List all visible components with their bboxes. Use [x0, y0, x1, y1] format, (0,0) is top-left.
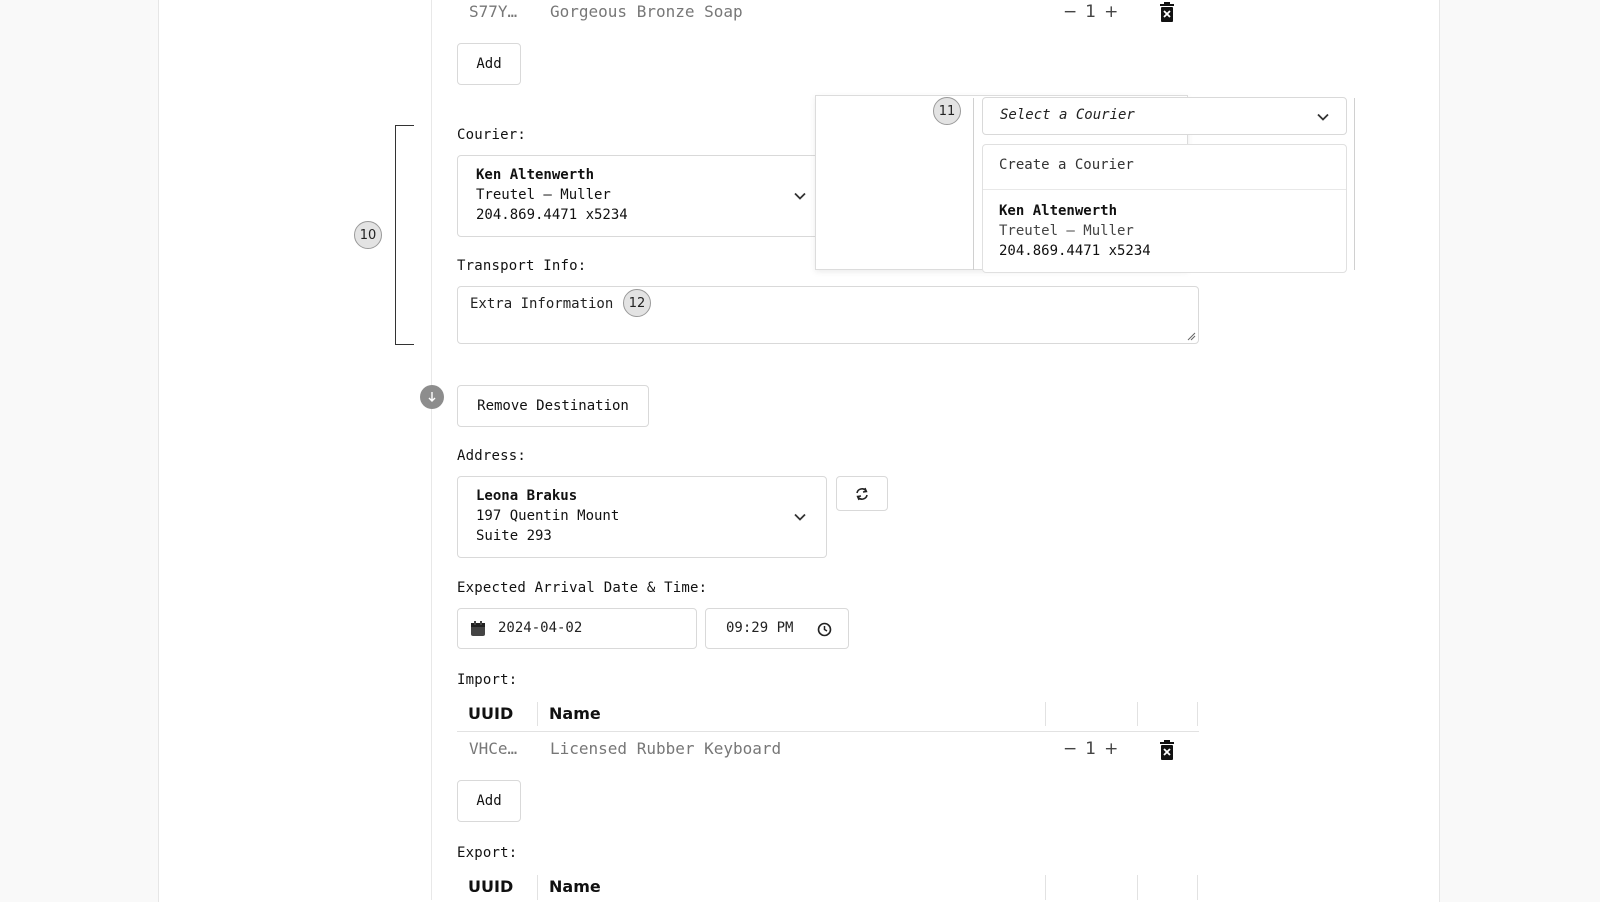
courier-search-select[interactable]: Select a Courier [982, 97, 1347, 135]
courier-select-placeholder: Select a Courier [1000, 107, 1135, 123]
arrival-time-input[interactable]: 09:29 PM [705, 608, 849, 649]
calendar-icon [471, 621, 485, 636]
address-select[interactable]: Leona Brakus 197 Quentin Mount Suite 293 [457, 476, 827, 558]
clock-icon[interactable] [817, 622, 832, 637]
marker-12: 12 [623, 289, 651, 317]
arrival-time-value: 09:29 PM [726, 620, 794, 636]
courier-label: Courier: [457, 127, 527, 143]
col-divider [537, 702, 538, 726]
chevron-down-icon [1317, 113, 1329, 121]
option-divider [983, 189, 1346, 190]
resize-handle-icon[interactable] [1187, 332, 1196, 341]
add-import-item-button[interactable]: Add [457, 43, 521, 85]
import-label: Import: [457, 672, 518, 688]
export-col-name: Name [549, 877, 601, 896]
trash-icon[interactable] [1159, 2, 1175, 22]
col-divider [537, 875, 538, 900]
quantity-value: 1 [1085, 739, 1097, 759]
option-courier-phone: 204.869.4471 x5234 [999, 243, 1151, 259]
address-line1: 197 Quentin Mount [476, 508, 620, 524]
arrival-date-value: 2024-04-02 [498, 620, 583, 636]
courier-company: Treutel – Muller [476, 187, 611, 203]
import-row-uuid: VHCe… [469, 739, 518, 758]
export-col-uuid: UUID [468, 877, 514, 896]
decrement-button[interactable]: − [1063, 739, 1077, 759]
col-divider [1197, 702, 1198, 726]
col-divider [1197, 875, 1198, 900]
table-header-divider [457, 731, 1199, 732]
export-label: Export: [457, 845, 518, 861]
address-name: Leona Brakus [476, 488, 578, 504]
col-divider [1137, 875, 1138, 900]
increment-button[interactable]: + [1104, 739, 1118, 759]
quantity-stepper[interactable]: − 1 + [1063, 739, 1118, 759]
marker-11: 11 [933, 97, 961, 125]
product-uuid: S77Y… [469, 2, 518, 21]
courier-options-list: Create a Courier Ken Altenwerth Treutel … [982, 144, 1347, 273]
transport-info-label: Transport Info: [457, 258, 587, 274]
quantity-value: 1 [1085, 2, 1097, 22]
section-divider [431, 0, 432, 900]
decrement-button[interactable]: − [1063, 2, 1077, 22]
import-row-name: Licensed Rubber Keyboard [550, 739, 782, 758]
create-courier-option[interactable]: Create a Courier [999, 157, 1134, 173]
page-content [158, 0, 1440, 902]
refresh-icon [856, 487, 868, 500]
quantity-stepper[interactable]: − 1 + [1063, 2, 1118, 22]
courier-select[interactable]: Ken Altenwerth Treutel – Muller 204.869.… [457, 155, 827, 237]
transport-info-placeholder: Extra Information [470, 296, 614, 312]
marker-10: 10 [354, 221, 382, 249]
arrival-label: Expected Arrival Date & Time: [457, 580, 708, 596]
arrival-date-input[interactable]: 2024-04-02 [457, 608, 697, 649]
arrow-down-icon[interactable] [420, 385, 444, 409]
option-courier-name: Ken Altenwerth [999, 203, 1118, 219]
product-name: Gorgeous Bronze Soap [550, 2, 743, 21]
option-courier-company: Treutel – Muller [999, 223, 1134, 239]
import-col-name: Name [549, 704, 601, 723]
col-divider [1137, 702, 1138, 726]
col-divider [1045, 875, 1046, 900]
col-divider [1045, 702, 1046, 726]
chevron-down-icon [794, 192, 806, 200]
increment-button[interactable]: + [1104, 2, 1118, 22]
import-col-uuid: UUID [468, 704, 514, 723]
courier-phone: 204.869.4471 x5234 [476, 207, 628, 223]
chevron-down-icon [794, 513, 806, 521]
address-label: Address: [457, 448, 527, 464]
courier-option[interactable]: Ken Altenwerth Treutel – Muller 204.869.… [999, 201, 1151, 261]
add-import-button[interactable]: Add [457, 780, 521, 822]
dropdown-right-edge [1354, 98, 1355, 270]
transport-info-textarea[interactable]: Extra Information [457, 286, 1199, 344]
section-bracket [395, 125, 414, 345]
dropdown-left-edge [973, 98, 974, 270]
address-line2: Suite 293 [476, 528, 552, 544]
refresh-address-button[interactable] [836, 476, 888, 511]
remove-destination-button[interactable]: Remove Destination [457, 385, 649, 427]
courier-name: Ken Altenwerth [476, 167, 595, 183]
trash-icon[interactable] [1159, 740, 1175, 760]
